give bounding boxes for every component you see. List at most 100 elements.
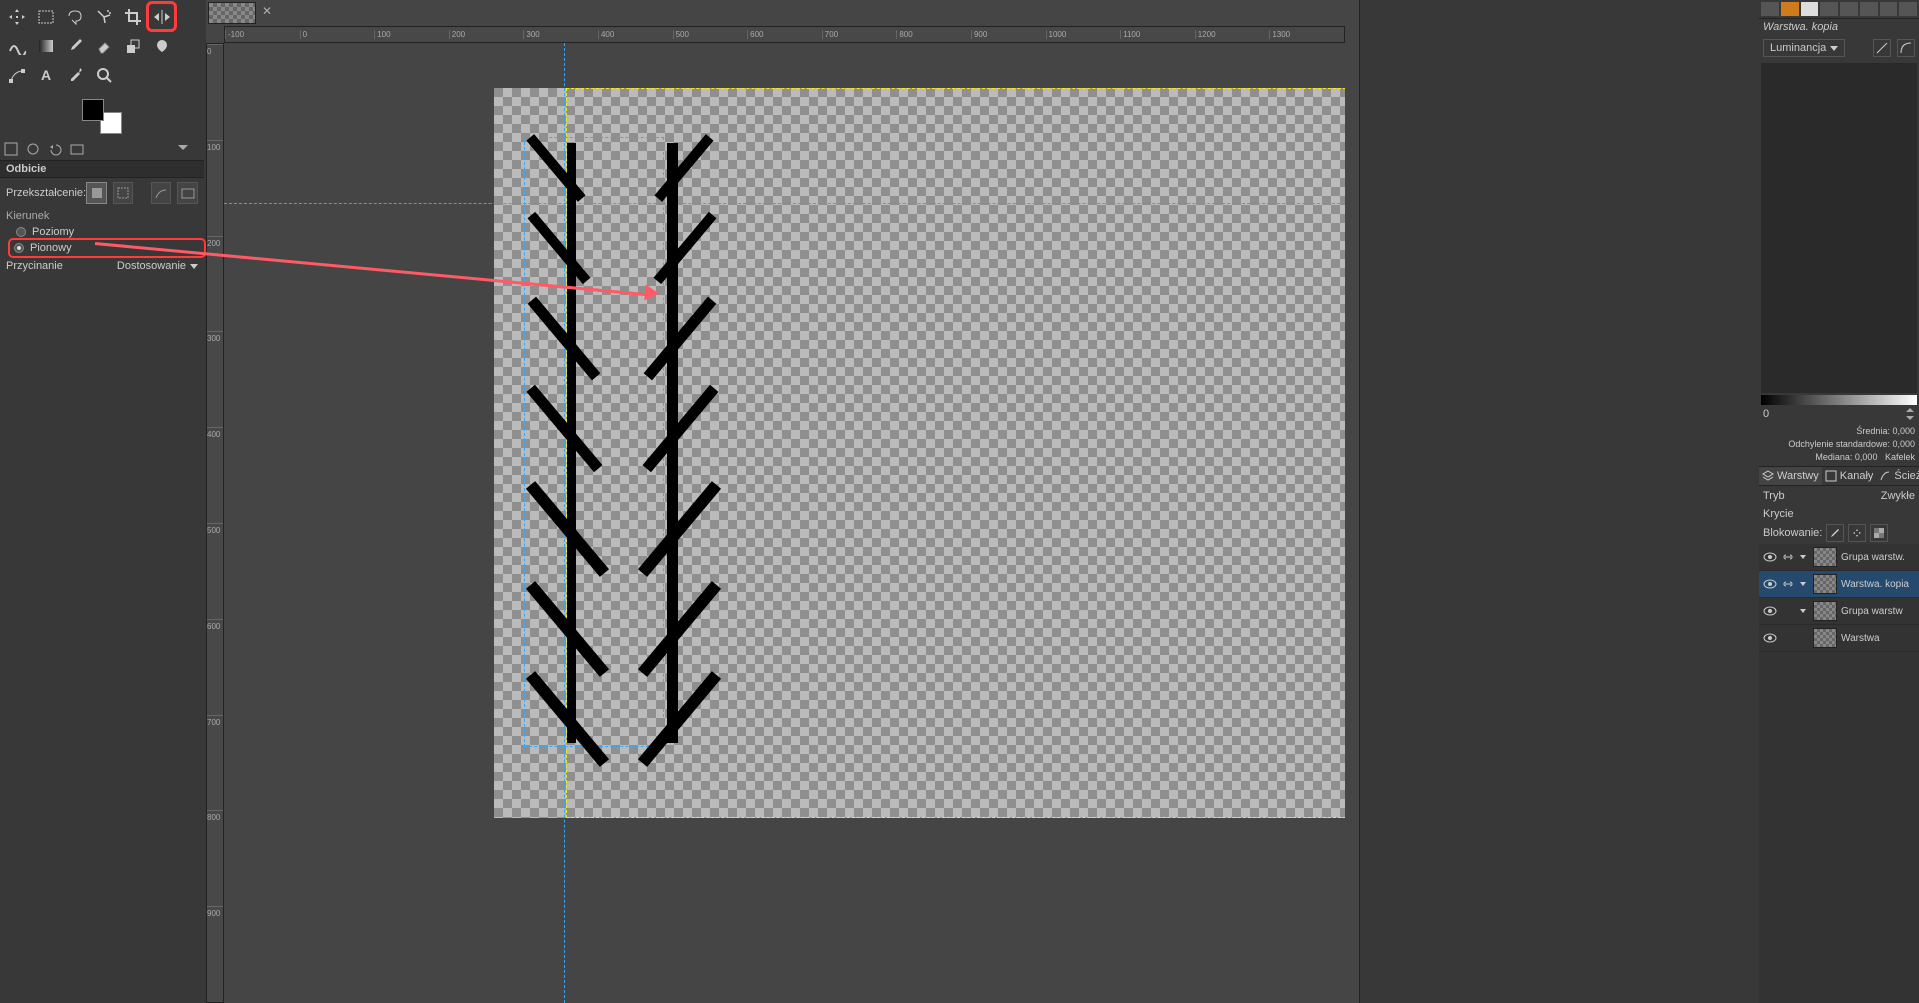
color-swatch[interactable] bbox=[82, 99, 122, 134]
canvas-area: ✕ -1000100200300400500600700800900100011… bbox=[206, 0, 1359, 1003]
lock-position-icon[interactable] bbox=[1848, 524, 1866, 542]
eye-icon[interactable] bbox=[1763, 631, 1777, 645]
left-panel: A Odbicie Przekształcenie: Kierunek Pozi… bbox=[0, 0, 204, 1003]
rect-select-tool[interactable] bbox=[32, 3, 59, 30]
tool-options-title: Odbicie bbox=[0, 161, 204, 178]
clone-tool[interactable] bbox=[119, 32, 146, 59]
transform-image-btn[interactable] bbox=[177, 182, 198, 204]
dock-tab-2[interactable] bbox=[1781, 2, 1799, 16]
chevron-down-icon bbox=[190, 264, 198, 269]
transform-mode-row: Przekształcenie: bbox=[0, 178, 204, 208]
guide-horizontal[interactable] bbox=[224, 203, 1345, 204]
lock-pixels-icon[interactable] bbox=[1826, 524, 1844, 542]
tab-paths[interactable]: Ścieżki bbox=[1876, 467, 1919, 485]
tab-tooloptions-icon[interactable] bbox=[4, 142, 20, 158]
tab-device-icon[interactable] bbox=[26, 142, 42, 158]
ruler-horizontal[interactable]: -100010020030040050060070080090010001100… bbox=[224, 26, 1345, 43]
layer-row[interactable]: Grupa warstw bbox=[1759, 598, 1919, 625]
eye-icon[interactable] bbox=[1763, 604, 1777, 618]
clipping-row[interactable]: Przycinanie Dostosowanie bbox=[0, 256, 204, 276]
histogram-log-icon[interactable] bbox=[1897, 39, 1915, 57]
color-picker-tool[interactable] bbox=[61, 61, 88, 88]
layer-name[interactable]: Grupa warstw bbox=[1841, 606, 1903, 617]
lock-row: Blokowanie: bbox=[1759, 522, 1919, 544]
move-tool[interactable] bbox=[3, 3, 30, 30]
layer-row[interactable]: Warstwa. kopia bbox=[1759, 571, 1919, 598]
dock-tab-6[interactable] bbox=[1860, 2, 1878, 16]
warp-tool[interactable] bbox=[3, 32, 30, 59]
opacity-label: Krycie bbox=[1759, 506, 1919, 522]
eye-icon[interactable] bbox=[1763, 550, 1777, 564]
dock-tab-4[interactable] bbox=[1820, 2, 1838, 16]
tool-options-tabs bbox=[0, 140, 204, 161]
layer-mode-label: Tryb bbox=[1763, 490, 1785, 502]
expand-icon[interactable] bbox=[1799, 580, 1809, 588]
lock-label: Blokowanie: bbox=[1763, 527, 1822, 539]
smudge-tool[interactable] bbox=[148, 32, 175, 59]
paintbrush-tool[interactable] bbox=[61, 32, 88, 59]
dock-tab-3[interactable] bbox=[1801, 2, 1819, 16]
canvas-viewport[interactable] bbox=[224, 43, 1345, 1003]
eraser-tool[interactable] bbox=[90, 32, 117, 59]
layer-thumbnail bbox=[1813, 574, 1837, 594]
layer-dock-tabs: Warstwy Kanały Ścieżki bbox=[1759, 466, 1919, 486]
histogram-linear-icon[interactable] bbox=[1873, 39, 1891, 57]
dock-tab-8[interactable] bbox=[1899, 2, 1917, 16]
transform-label: Przekształcenie: bbox=[6, 187, 80, 199]
path-tool[interactable] bbox=[3, 61, 30, 88]
toolbox: A bbox=[0, 0, 204, 91]
range-stepper[interactable] bbox=[1905, 407, 1915, 421]
layer-mode-value[interactable]: Zwykłe bbox=[1881, 490, 1915, 502]
radio-icon bbox=[14, 243, 24, 253]
layer-name[interactable]: Grupa warstw. bbox=[1841, 552, 1905, 563]
layer-row[interactable]: Warstwa bbox=[1759, 625, 1919, 652]
image-tab[interactable] bbox=[208, 2, 256, 24]
layer-name[interactable]: Warstwa bbox=[1841, 633, 1880, 644]
zoom-tool[interactable] bbox=[90, 61, 117, 88]
clipping-value: Dostosowanie bbox=[117, 260, 186, 272]
text-tool[interactable]: A bbox=[32, 61, 59, 88]
radio-horizontal-label: Poziomy bbox=[32, 226, 74, 238]
fuzzy-select-tool[interactable] bbox=[90, 3, 117, 30]
expand-icon[interactable] bbox=[1799, 553, 1809, 561]
tab-images-icon[interactable] bbox=[70, 142, 86, 158]
tab-channels[interactable]: Kanały bbox=[1822, 467, 1877, 485]
tab-layers[interactable]: Warstwy bbox=[1759, 467, 1822, 485]
dock-tab-7[interactable] bbox=[1880, 2, 1898, 16]
close-tab-icon[interactable]: ✕ bbox=[262, 4, 274, 16]
histogram-channel-select[interactable]: Luminancja bbox=[1763, 39, 1845, 57]
radio-horizontal[interactable]: Poziomy bbox=[0, 224, 204, 240]
layer-row[interactable]: Grupa warstw. bbox=[1759, 544, 1919, 571]
link-icon[interactable] bbox=[1781, 550, 1795, 564]
chevron-down-icon bbox=[1830, 46, 1838, 51]
layer-name[interactable]: Warstwa. kopia bbox=[1841, 579, 1909, 590]
flip-tool[interactable] bbox=[148, 3, 175, 30]
transform-selection-btn[interactable] bbox=[113, 182, 134, 204]
dock-tabs bbox=[1759, 0, 1919, 19]
tab-undo-icon[interactable] bbox=[48, 142, 64, 158]
histogram-title: Warstwa. kopia bbox=[1759, 19, 1919, 35]
histogram-channel-value: Luminancja bbox=[1770, 42, 1826, 54]
ruler-vertical[interactable]: 0100200300400500600700800900 bbox=[206, 43, 224, 1003]
histogram-range-value: 0 bbox=[1763, 408, 1769, 420]
layer-thumbnail bbox=[1813, 547, 1837, 567]
free-select-tool[interactable] bbox=[61, 3, 88, 30]
eye-icon[interactable] bbox=[1763, 577, 1777, 591]
expand-icon[interactable] bbox=[1799, 607, 1809, 615]
link-icon[interactable] bbox=[1781, 577, 1795, 591]
direction-label: Kierunek bbox=[0, 208, 204, 224]
crop-tool[interactable] bbox=[119, 3, 146, 30]
transform-layer-btn[interactable] bbox=[86, 182, 107, 204]
clipping-select[interactable]: Dostosowanie bbox=[117, 260, 198, 272]
dock-tab-1[interactable] bbox=[1761, 2, 1779, 16]
layer-thumbnail bbox=[1813, 601, 1837, 621]
fg-color[interactable] bbox=[82, 99, 104, 121]
histogram-gradient bbox=[1761, 395, 1917, 405]
gradient-tool[interactable] bbox=[32, 32, 59, 59]
transform-path-btn[interactable] bbox=[151, 182, 172, 204]
tab-menu-icon[interactable] bbox=[178, 142, 194, 158]
dock-tab-5[interactable] bbox=[1840, 2, 1858, 16]
layer-thumbnail bbox=[1813, 628, 1837, 648]
clipping-label: Przycinanie bbox=[6, 260, 63, 272]
lock-alpha-icon[interactable] bbox=[1870, 524, 1888, 542]
